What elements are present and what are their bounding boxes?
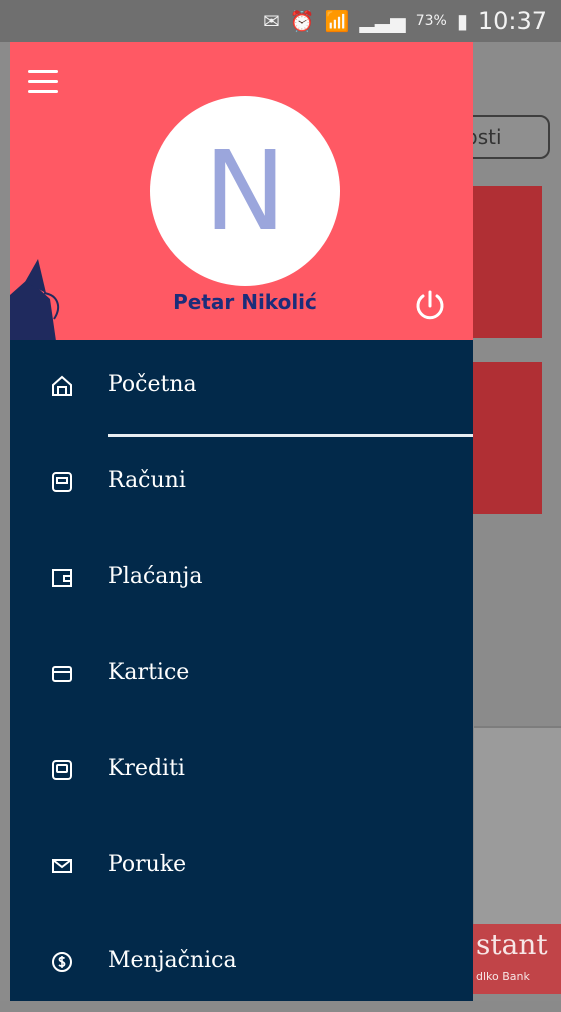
battery-icon: ▮ [456,9,468,33]
battery-percent: 73% [415,13,447,29]
drawer-header: N Petar Nikolić [10,42,473,340]
wifi-icon: 📶 [324,9,350,33]
currency-icon [52,952,72,972]
brand-subtext: dlko Bank [476,970,530,983]
menu-item-krediti[interactable]: Krediti [10,724,473,820]
background-panel [474,726,561,928]
avatar-initial: N [203,127,287,255]
background-card[interactable] [472,186,542,338]
menu-item-placanja[interactable]: Plaćanja [10,532,473,628]
menu-item-label: Poruke [108,852,187,877]
menu-item-pocetna[interactable]: Početna [10,340,473,436]
avatar[interactable]: N [150,96,340,286]
menu-item-label: Računi [108,468,186,493]
background-card[interactable] [472,362,542,514]
drawer-menu: Početna Računi Plaćanja Kartice Krediti … [10,340,473,1012]
menu-item-racuni[interactable]: Računi [10,436,473,532]
menu-item-label: Krediti [108,756,185,781]
menu-item-label: Menjačnica [108,948,237,973]
mail-icon [52,859,72,873]
clock: 10:37 [477,7,547,35]
wallet-icon [52,569,72,587]
menu-item-kartice[interactable]: Kartice [10,628,473,724]
home-icon [52,375,72,396]
menu-item-menjacnica[interactable]: Menjačnica [10,916,473,1012]
card-icon [52,666,72,682]
status-icons: ✉ ⏰ 📶 ▂▃▅ 73% ▮ 10:37 [263,7,547,35]
menu-item-label: Plaćanja [108,564,203,589]
brand-text: stant [476,928,548,961]
accounts-icon [52,472,72,492]
alarm-icon: ⏰ [289,9,315,33]
signal-icon: ▂▃▅ [359,9,406,33]
user-name: Petar Nikolić [173,290,317,314]
menu-item-label: Kartice [108,660,190,685]
menu-item-label: Početna [108,372,197,397]
power-icon[interactable] [412,288,448,324]
active-item-divider [108,434,473,437]
no-sim-icon: ✉ [262,9,280,33]
background-brand-banner: stant dlko Bank [468,924,561,994]
hamburger-menu-icon[interactable] [28,70,58,93]
navigation-drawer: N Petar Nikolić Početna Računi Plaćanja … [10,42,473,1001]
loan-icon [52,760,72,780]
menu-item-poruke[interactable]: Poruke [10,820,473,916]
status-bar: ✉ ⏰ 📶 ▂▃▅ 73% ▮ 10:37 [0,0,561,42]
mascot-decoration [10,259,60,340]
